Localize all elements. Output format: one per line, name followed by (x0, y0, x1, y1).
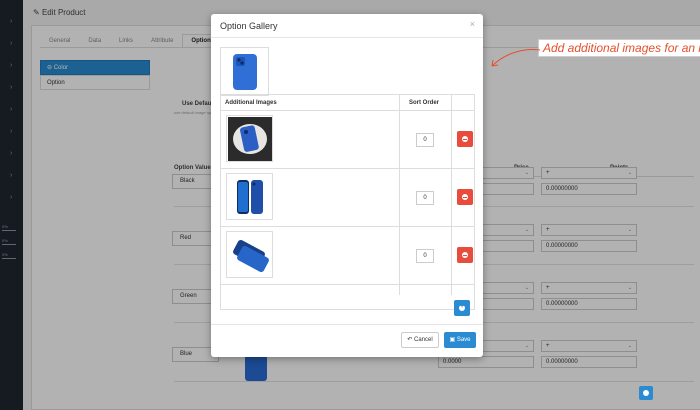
annotation-arrow-icon (491, 49, 541, 67)
column-sort-order: Sort Order (409, 100, 440, 106)
minus-circle-icon (462, 252, 468, 258)
table-header: Additional Images Sort Order (221, 95, 474, 111)
image-thumbnail[interactable] (226, 231, 273, 278)
plus-icon (643, 390, 649, 396)
undo-icon: ↶ (407, 337, 413, 343)
table-row: 0 (221, 227, 474, 285)
save-button[interactable]: ▣ Save (444, 332, 476, 348)
sort-order-input[interactable]: 0 (416, 249, 434, 263)
save-icon: ▣ (449, 337, 456, 343)
table-row: 0 (221, 169, 474, 227)
remove-image-button[interactable] (457, 189, 473, 205)
column-additional-images: Additional Images (225, 100, 277, 106)
close-icon[interactable]: × (470, 19, 475, 29)
add-option-value-button[interactable] (639, 386, 653, 400)
minus-circle-icon (462, 194, 468, 200)
phone-image (227, 174, 272, 219)
option-gallery-modal: Option Gallery × Additional Images Sort … (211, 14, 483, 357)
image-thumbnail[interactable] (226, 115, 273, 162)
add-image-button[interactable] (454, 300, 470, 316)
phone-image (227, 116, 272, 161)
cancel-button[interactable]: ↶ Cancel (401, 332, 439, 348)
annotation-callout: Add additional images for an i (538, 39, 700, 57)
additional-images-table: Additional Images Sort Order 0 0 0 + (220, 94, 475, 316)
modal-header: Option Gallery × (211, 14, 483, 38)
modal-title: Option Gallery (220, 21, 278, 31)
phone-image (227, 232, 272, 277)
sort-order-input[interactable]: 0 (416, 133, 434, 147)
remove-image-button[interactable] (457, 131, 473, 147)
main-image-thumbnail[interactable] (220, 47, 269, 96)
table-row: 0 (221, 111, 474, 169)
modal-footer-divider (211, 324, 483, 325)
image-thumbnail[interactable] (226, 173, 273, 220)
plus-circle-icon (459, 303, 465, 311)
phone-image (232, 53, 257, 90)
sort-order-input[interactable]: 0 (416, 191, 434, 205)
remove-image-button[interactable] (457, 247, 473, 263)
minus-circle-icon (462, 136, 468, 142)
